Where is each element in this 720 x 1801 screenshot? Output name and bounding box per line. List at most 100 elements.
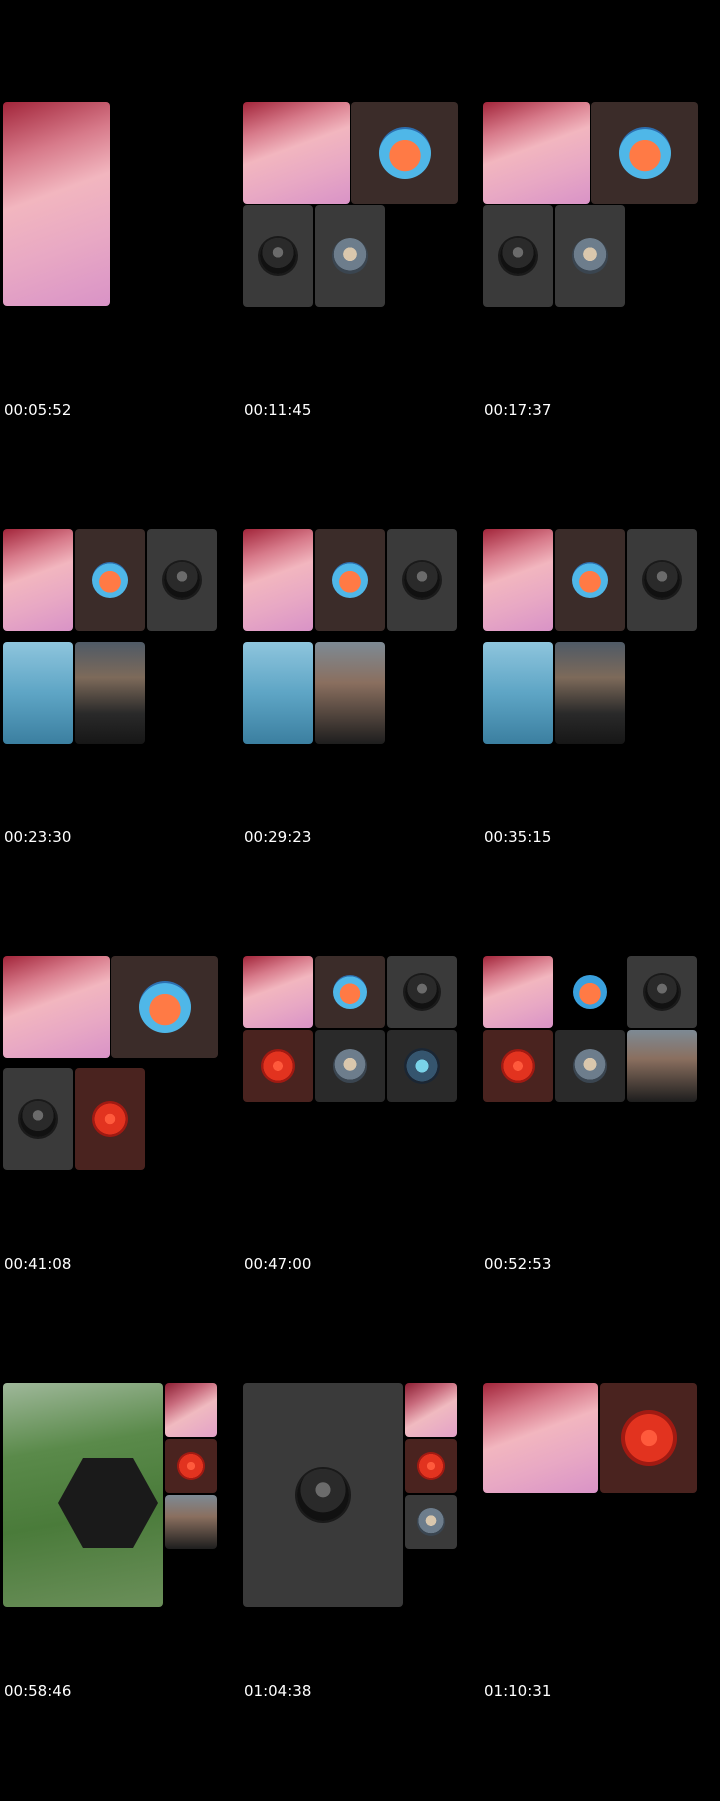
- participant-video-tile: [405, 1383, 457, 1437]
- user-avatar-icon: [332, 238, 368, 274]
- timestamp-label: 00:29:23: [244, 828, 312, 846]
- timestamp-label: 01:04:38: [244, 1682, 312, 1700]
- timestamp-label: 00:52:53: [484, 1255, 552, 1273]
- emblem-avatar-icon: [620, 1410, 677, 1466]
- logo-avatar-icon: [164, 562, 200, 598]
- timestamp-label: 00:11:45: [244, 401, 312, 419]
- timestamp-label: 00:05:52: [4, 401, 72, 419]
- user-avatar-icon: [333, 1049, 367, 1083]
- cartoon-avatar-icon: [378, 127, 431, 179]
- thumbnail-4[interactable]: [0, 527, 240, 947]
- thumbnail-11[interactable]: [240, 1381, 480, 1801]
- participant-video-tile: [483, 956, 553, 1028]
- game-avatar-icon: [404, 1048, 440, 1084]
- participant-video-tile: [243, 956, 313, 1028]
- participant-avatar-tile: [111, 956, 218, 1058]
- participant-video-tile: [165, 1383, 217, 1437]
- participant-avatar-tile: [405, 1495, 457, 1549]
- timestamp-label: 01:10:31: [484, 1682, 552, 1700]
- cartoon-avatar-icon: [618, 127, 671, 179]
- participant-avatar-tile: [555, 205, 625, 307]
- thumbnail-7[interactable]: [0, 954, 240, 1374]
- participant-avatar-tile: [75, 529, 145, 631]
- participant-video-tile: [243, 529, 313, 631]
- participant-avatar-tile: [315, 205, 385, 307]
- participant-avatar-tile: [555, 956, 625, 1028]
- participant-video-tile: [555, 642, 625, 744]
- participant-avatar-tile: [483, 1030, 553, 1102]
- cartoon-avatar-icon: [573, 975, 607, 1009]
- cartoon-avatar-icon: [333, 975, 367, 1009]
- cartoon-avatar-icon: [572, 562, 608, 598]
- participant-avatar-tile: [387, 1030, 457, 1102]
- emblem-avatar-icon: [261, 1049, 295, 1083]
- cartoon-avatar-icon: [332, 562, 368, 598]
- participant-avatar-tile: [315, 956, 385, 1028]
- thumbnail-9[interactable]: [480, 954, 720, 1374]
- logo-avatar-icon: [500, 238, 536, 274]
- thumbnail-12[interactable]: [480, 1381, 720, 1801]
- participant-video-tile: [315, 642, 385, 744]
- logo-avatar-icon: [260, 238, 296, 274]
- participant-video-tile: [483, 529, 553, 631]
- participant-video-tile: [75, 642, 145, 744]
- participant-avatar-tile: [243, 205, 313, 307]
- timestamp-label: 00:41:08: [4, 1255, 72, 1273]
- thumbnail-6[interactable]: [480, 527, 720, 947]
- timestamp-label: 00:47:00: [244, 1255, 312, 1273]
- participant-avatar-tile: [147, 529, 217, 631]
- user-avatar-icon: [417, 1508, 445, 1536]
- thumbnail-2[interactable]: [240, 100, 480, 520]
- participant-avatar-tile: [315, 1030, 385, 1102]
- thumbnail-10[interactable]: [0, 1381, 240, 1801]
- thumbnail-5[interactable]: [240, 527, 480, 947]
- user-avatar-icon: [573, 1049, 607, 1083]
- logo-avatar-icon: [645, 975, 679, 1009]
- participant-video-tile: [3, 529, 73, 631]
- participant-video-tile: [483, 1383, 598, 1493]
- trampoline-shape: [58, 1458, 158, 1548]
- participant-video-tile: [3, 102, 110, 306]
- participant-video-tile: [243, 642, 313, 744]
- thumbnail-1[interactable]: [0, 100, 240, 520]
- participant-avatar-tile: [387, 956, 457, 1028]
- logo-avatar-icon: [404, 562, 440, 598]
- emblem-avatar-icon: [177, 1452, 205, 1480]
- timestamp-label: 00:23:30: [4, 828, 72, 846]
- participant-video-tile: [3, 642, 73, 744]
- participant-avatar-tile: [3, 1068, 73, 1170]
- participant-avatar-tile: [555, 1030, 625, 1102]
- participant-avatar-tile: [600, 1383, 697, 1493]
- logo-avatar-icon: [20, 1101, 56, 1137]
- logo-avatar-icon: [644, 562, 680, 598]
- participant-avatar-tile: [75, 1068, 145, 1170]
- participant-video-tile: [483, 642, 553, 744]
- timestamp-label: 00:17:37: [484, 401, 552, 419]
- participant-video-tile: [3, 1383, 163, 1607]
- cartoon-avatar-icon: [92, 562, 128, 598]
- timestamp-label: 00:35:15: [484, 828, 552, 846]
- emblem-avatar-icon: [501, 1049, 535, 1083]
- participant-avatar-tile: [243, 1030, 313, 1102]
- participant-avatar-tile: [351, 102, 458, 204]
- emblem-avatar-icon: [92, 1101, 128, 1137]
- emblem-avatar-icon: [417, 1452, 445, 1480]
- thumbnail-8[interactable]: [240, 954, 480, 1374]
- logo-avatar-icon: [405, 975, 439, 1009]
- user-avatar-icon: [572, 238, 608, 274]
- participant-avatar-tile: [627, 956, 697, 1028]
- thumbnail-3[interactable]: [480, 100, 720, 520]
- participant-video-tile: [483, 102, 590, 204]
- timestamp-label: 00:58:46: [4, 1682, 72, 1700]
- participant-video-tile: [243, 102, 350, 204]
- logo-avatar-icon: [297, 1469, 349, 1521]
- participant-avatar-tile: [483, 205, 553, 307]
- participant-video-tile: [627, 1030, 697, 1102]
- participant-avatar-tile: [591, 102, 698, 204]
- participant-avatar-tile: [165, 1439, 217, 1493]
- participant-avatar-tile: [405, 1439, 457, 1493]
- participant-avatar-tile: [315, 529, 385, 631]
- participant-avatar-tile: [387, 529, 457, 631]
- participant-avatar-tile: [243, 1383, 403, 1607]
- participant-avatar-tile: [555, 529, 625, 631]
